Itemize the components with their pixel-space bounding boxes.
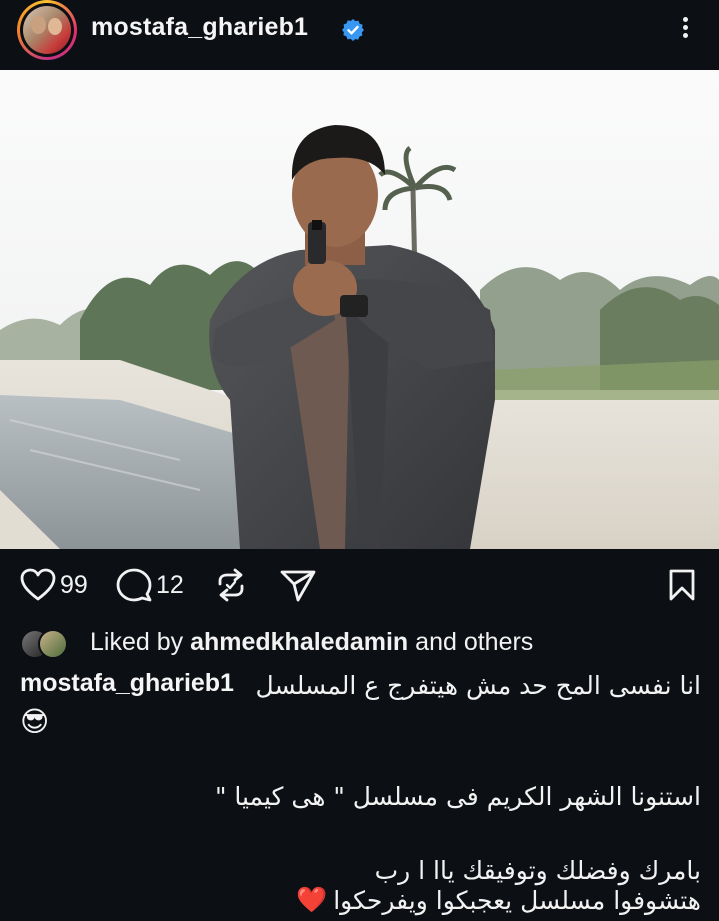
send-icon — [280, 570, 316, 602]
like-count: 99 — [60, 570, 88, 599]
liked-by-prefix: Liked by — [90, 627, 184, 656]
heart-emoji: ❤️ — [296, 886, 328, 914]
caption-line-3: بامرك وفضلك وتوفيقك ياا ا رب — [374, 856, 701, 885]
share-button[interactable] — [280, 568, 316, 602]
save-button[interactable] — [668, 568, 696, 602]
post-username[interactable]: mostafa_gharieb1 — [91, 13, 308, 42]
verified-badge-icon — [342, 19, 364, 41]
more-vertical-icon[interactable] — [675, 14, 695, 44]
bookmark-icon — [669, 569, 695, 601]
post-header: mostafa_gharieb1 — [0, 0, 719, 70]
profile-avatar[interactable] — [17, 0, 77, 60]
liked-by-suffix: and others — [415, 627, 534, 656]
comment-button[interactable]: 12 — [116, 568, 184, 602]
caption-username[interactable]: mostafa_gharieb1 — [20, 669, 234, 698]
comment-icon — [116, 568, 152, 602]
caption-emoji-sunglasses: 😎 — [20, 706, 50, 737]
caption-line-4-row: هتشوفوا مسلسل يعجبكوا ويفرحكوا ❤️ — [296, 886, 701, 915]
repost-button[interactable] — [214, 568, 248, 602]
liked-by-avatars — [20, 627, 78, 659]
caption-line-1: انا نفسى المح حد مش هيتفرج ع المسلسل — [255, 671, 701, 700]
caption-line-2: استنونا الشهر الكريم فى مسلسل " هى كيميا… — [214, 782, 701, 811]
liked-by-user[interactable]: ahmedkhaledamin — [190, 628, 408, 656]
liked-by-row[interactable]: Liked by ahmedkhaledamin and others — [20, 624, 533, 660]
repost-icon — [218, 568, 244, 602]
action-bar: 99 12 — [0, 560, 719, 610]
avatar — [38, 629, 68, 659]
comment-count: 12 — [156, 570, 184, 599]
like-button[interactable]: 99 — [20, 568, 88, 602]
heart-icon — [20, 568, 56, 601]
caption-line-4: هتشوفوا مسلسل يعجبكوا ويفرحكوا — [333, 886, 701, 915]
post-photo[interactable] — [0, 70, 719, 549]
